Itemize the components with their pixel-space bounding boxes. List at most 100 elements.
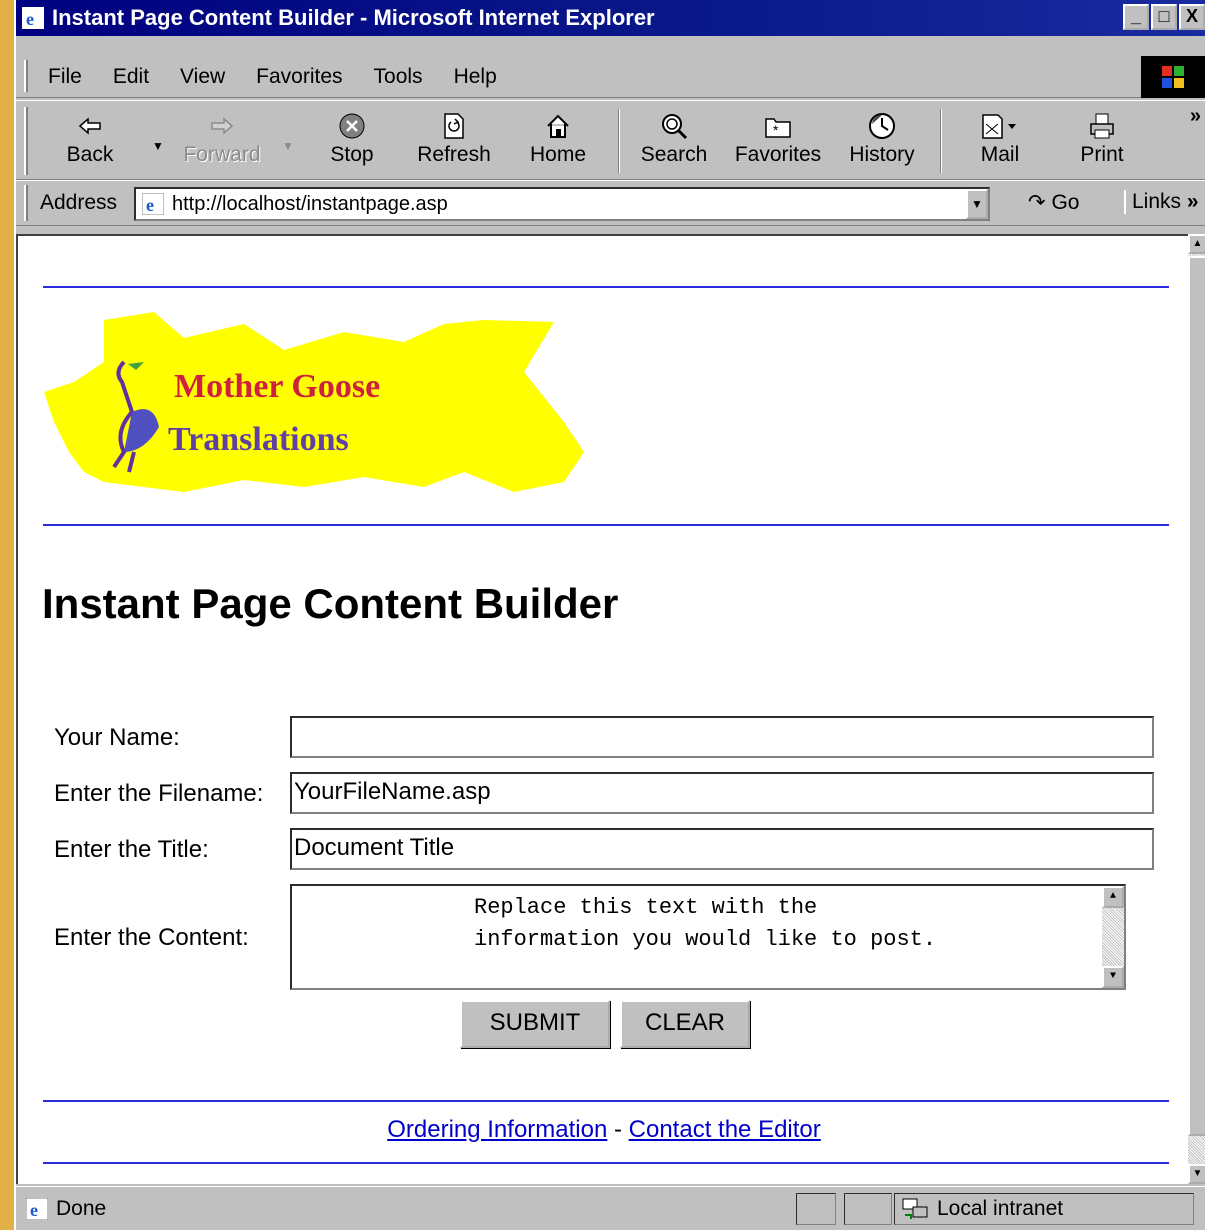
refresh-button[interactable]: Refresh bbox=[404, 111, 504, 167]
home-button[interactable]: Home bbox=[508, 111, 608, 167]
logo-text-line2: Translations bbox=[168, 421, 349, 458]
mail-button[interactable]: Mail bbox=[950, 111, 1050, 167]
scroll-down-arrow-icon[interactable]: ▼ bbox=[1102, 966, 1124, 988]
page-ie-icon: e bbox=[26, 1198, 48, 1220]
submit-button[interactable]: SUBMIT bbox=[460, 1000, 610, 1048]
scroll-down-arrow-icon[interactable]: ▼ bbox=[1188, 1164, 1205, 1184]
mail-label: Mail bbox=[980, 143, 1020, 166]
links-label: Links bbox=[1132, 190, 1182, 213]
menu-view[interactable]: View bbox=[180, 65, 225, 89]
menu-file[interactable]: File bbox=[48, 65, 82, 89]
close-button[interactable]: X bbox=[1179, 4, 1205, 30]
footer-links: Ordering Information - Contact the Edito… bbox=[18, 1116, 1190, 1144]
print-button[interactable]: Print bbox=[1052, 111, 1152, 167]
clear-button[interactable]: CLEAR bbox=[620, 1000, 750, 1048]
menubar-grip[interactable] bbox=[24, 60, 28, 92]
stop-label: Stop bbox=[330, 143, 374, 166]
content-textarea[interactable]: Replace this text with the information y… bbox=[290, 884, 1126, 990]
svg-text:e: e bbox=[26, 9, 34, 29]
title-label: Enter the Title: bbox=[54, 836, 209, 863]
maximize-button[interactable]: □ bbox=[1151, 4, 1177, 30]
page-ie-icon: e bbox=[142, 193, 164, 215]
print-icon bbox=[1090, 113, 1114, 139]
back-label: Back bbox=[66, 143, 114, 166]
status-bar: e Done Local intranet bbox=[16, 1186, 1205, 1230]
logo-text-line1: Mother Goose bbox=[174, 368, 380, 405]
title-input[interactable]: Document Title bbox=[290, 828, 1154, 870]
top-rule bbox=[43, 286, 1169, 288]
windows-flag-icon bbox=[1162, 66, 1184, 88]
name-input[interactable] bbox=[290, 716, 1154, 758]
refresh-icon bbox=[444, 113, 464, 139]
ie-icon: e bbox=[22, 7, 44, 29]
home-label: Home bbox=[529, 143, 587, 166]
menu-help[interactable]: Help bbox=[454, 65, 497, 89]
ordering-information-link[interactable]: Ordering Information bbox=[387, 1116, 607, 1143]
forward-button[interactable]: Forward bbox=[172, 111, 272, 167]
page-title: Instant Page Content Builder bbox=[42, 580, 619, 627]
search-icon bbox=[662, 114, 688, 140]
links-button[interactable]: Links » bbox=[1124, 190, 1199, 214]
svg-text:e: e bbox=[30, 1200, 38, 1220]
print-label: Print bbox=[1080, 143, 1124, 166]
search-button[interactable]: Search bbox=[624, 111, 724, 167]
addressbar-grip[interactable] bbox=[24, 185, 28, 221]
toolbar-more-chevron[interactable]: » bbox=[1190, 105, 1201, 128]
address-input[interactable]: e http://localhost/instantpage.asp ▼ bbox=[134, 187, 990, 221]
page-content: Mother Goose Translations Instant Page C… bbox=[16, 234, 1188, 1184]
favorites-label: Favorites bbox=[734, 143, 822, 166]
toolbar-grip[interactable] bbox=[24, 107, 28, 175]
browser-window: e Instant Page Content Builder - Microso… bbox=[14, 0, 1205, 1230]
history-button[interactable]: History bbox=[832, 111, 932, 167]
status-panel bbox=[844, 1193, 892, 1225]
textarea-scrollbar[interactable]: ▲ ▼ bbox=[1102, 886, 1124, 988]
mother-goose-logo: Mother Goose Translations bbox=[44, 312, 584, 492]
footer-bottom-rule bbox=[43, 1162, 1169, 1164]
menu-favorites[interactable]: Favorites bbox=[256, 65, 342, 89]
zone-text: Local intranet bbox=[937, 1197, 1064, 1220]
status-text-cell: e Done bbox=[20, 1193, 790, 1225]
home-icon bbox=[547, 114, 569, 138]
scroll-up-arrow-icon[interactable]: ▲ bbox=[1188, 234, 1205, 254]
address-bar: Address e http://localhost/instantpage.a… bbox=[16, 180, 1205, 226]
page-scrollbar[interactable]: ▲ ▼ bbox=[1188, 234, 1205, 1184]
favorites-button[interactable]: * Favorites bbox=[728, 111, 828, 167]
logo-rule bbox=[43, 524, 1169, 526]
back-dropdown-icon[interactable]: ▼ bbox=[152, 139, 164, 153]
address-dropdown-button[interactable]: ▼ bbox=[966, 189, 988, 219]
status-text: Done bbox=[56, 1197, 107, 1220]
menu-tools[interactable]: Tools bbox=[374, 65, 423, 89]
toolbar-separator bbox=[940, 109, 942, 173]
minimize-button[interactable]: _ bbox=[1123, 4, 1149, 30]
title-bar[interactable]: e Instant Page Content Builder - Microso… bbox=[16, 0, 1205, 36]
status-panel bbox=[796, 1193, 836, 1225]
scroll-up-arrow-icon[interactable]: ▲ bbox=[1102, 886, 1124, 908]
links-more-chevron[interactable]: » bbox=[1187, 190, 1199, 213]
forward-arrow-icon bbox=[211, 117, 234, 135]
toolbar-separator bbox=[618, 109, 620, 173]
content-text: Replace this text with the information y… bbox=[474, 895, 937, 952]
stop-button[interactable]: Stop bbox=[302, 111, 402, 167]
zone-cell: Local intranet bbox=[894, 1193, 1194, 1225]
standard-toolbar: Back ▼ Forward ▼ Stop Refresh Home Searc… bbox=[16, 100, 1205, 180]
forward-dropdown-icon[interactable]: ▼ bbox=[282, 139, 294, 153]
scroll-thumb[interactable] bbox=[1188, 256, 1205, 1136]
menu-bar: File Edit View Favorites Tools Help bbox=[16, 56, 1205, 98]
go-label: Go bbox=[1051, 191, 1080, 214]
address-label: Address bbox=[40, 191, 118, 214]
back-button[interactable]: Back bbox=[40, 111, 140, 167]
stop-icon bbox=[339, 113, 365, 139]
contact-editor-link[interactable]: Contact the Editor bbox=[629, 1116, 821, 1143]
go-arrow-icon: ↷ bbox=[1028, 191, 1046, 214]
go-button[interactable]: ↷ Go bbox=[1028, 190, 1079, 215]
filename-input[interactable]: YourFileName.asp bbox=[290, 772, 1154, 814]
filename-label: Enter the Filename: bbox=[54, 780, 264, 807]
refresh-label: Refresh bbox=[417, 143, 491, 166]
forward-label: Forward bbox=[183, 143, 261, 166]
history-label: History bbox=[849, 143, 915, 166]
menu-edit[interactable]: Edit bbox=[113, 65, 149, 89]
mail-icon bbox=[982, 114, 1016, 139]
desktop-background bbox=[0, 0, 14, 1230]
name-label: Your Name: bbox=[54, 724, 180, 751]
history-icon bbox=[869, 113, 895, 139]
